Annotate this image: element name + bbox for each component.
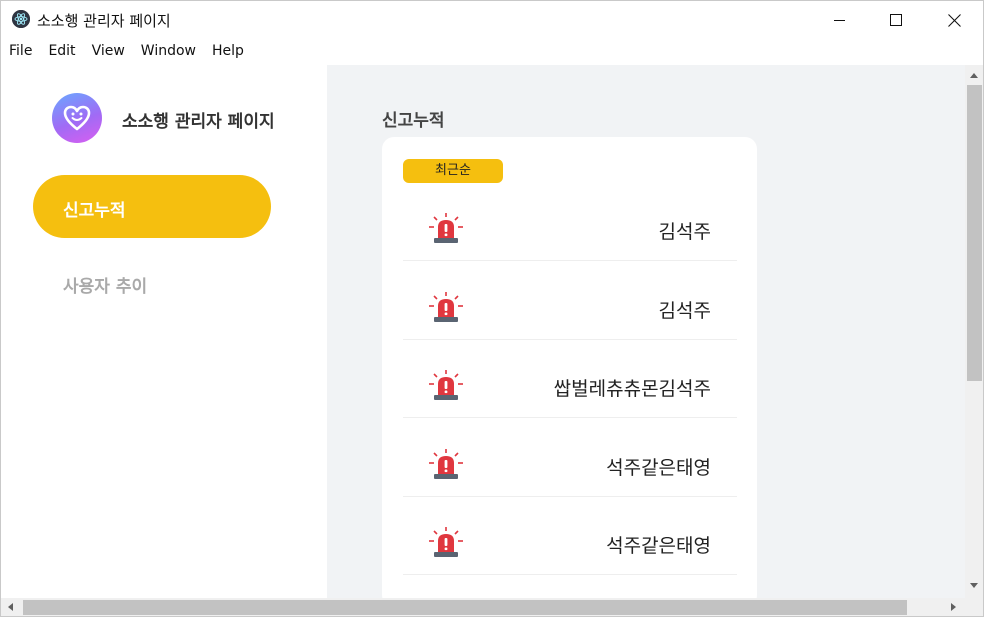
report-row[interactable]: 석주같은태영 [403, 512, 737, 575]
report-user-name: 석주같은태영 [606, 535, 711, 557]
menu-bar: File Edit View Window Help [1, 39, 983, 65]
sidebar: 소소행 관리자 페이지 신고누적 사용자 추이 [1, 65, 327, 598]
brand-name: 소소행 관리자 페이지 [122, 112, 275, 132]
nav-item-report-accumulation[interactable]: 신고누적 [33, 175, 271, 238]
title-bar[interactable]: 소소행 관리자 페이지 [1, 1, 983, 39]
menu-edit[interactable]: Edit [40, 39, 83, 65]
horizontal-scroll-thumb[interactable] [23, 600, 907, 615]
menu-file[interactable]: File [1, 39, 40, 65]
menu-help[interactable]: Help [204, 39, 252, 65]
siren-icon [429, 213, 463, 243]
horizontal-scrollbar[interactable] [1, 598, 965, 616]
scroll-down-icon[interactable] [970, 583, 978, 588]
nav-item-user-trend[interactable]: 사용자 추이 [63, 272, 147, 297]
scroll-left-icon[interactable] [8, 603, 13, 611]
maximize-icon [890, 14, 902, 26]
siren-icon [429, 527, 463, 557]
menu-view[interactable]: View [84, 39, 133, 65]
scroll-up-icon[interactable] [970, 73, 978, 78]
minimize-button[interactable] [811, 1, 869, 39]
heart-smile-icon [52, 93, 102, 143]
report-user-name: 김석주 [658, 300, 711, 322]
menu-window[interactable]: Window [133, 39, 204, 65]
report-row[interactable]: 쌉벌레츄츄몬김석주 [403, 355, 737, 418]
report-row[interactable]: 김석주 [403, 277, 737, 340]
close-icon [947, 13, 961, 27]
content-area: 소소행 관리자 페이지 신고누적 사용자 추이 신고누적 최근순 김석주 김석주… [1, 65, 965, 607]
report-user-name: 김석주 [658, 221, 711, 243]
main-panel: 신고누적 최근순 김석주 김석주 쌉벌레츄츄몬김석주 석주같은태영 석주같은태영 [327, 65, 965, 607]
close-button[interactable] [925, 1, 983, 39]
vertical-scrollbar[interactable] [965, 65, 983, 598]
report-row[interactable]: 석주같은태영 [403, 434, 737, 497]
siren-icon [429, 292, 463, 322]
window-title: 소소행 관리자 페이지 [37, 12, 171, 30]
scroll-right-icon[interactable] [951, 603, 956, 611]
sort-button[interactable]: 최근순 [403, 159, 503, 183]
app-window: 소소행 관리자 페이지 File Edit View Window Help 소… [0, 0, 984, 617]
vertical-scroll-thumb[interactable] [967, 85, 982, 381]
report-row[interactable]: 김석주 [403, 198, 737, 261]
report-user-name: 석주같은태영 [606, 457, 711, 479]
section-title: 신고누적 [382, 111, 445, 131]
scrollbar-corner [965, 598, 983, 616]
maximize-button[interactable] [867, 1, 925, 39]
report-user-name: 쌉벌레츄츄몬김석주 [553, 378, 711, 400]
report-list-card: 최근순 김석주 김석주 쌉벌레츄츄몬김석주 석주같은태영 석주같은태영 [382, 137, 757, 607]
electron-icon [12, 10, 30, 28]
siren-icon [429, 370, 463, 400]
siren-icon [429, 449, 463, 479]
minimize-icon [834, 20, 845, 21]
